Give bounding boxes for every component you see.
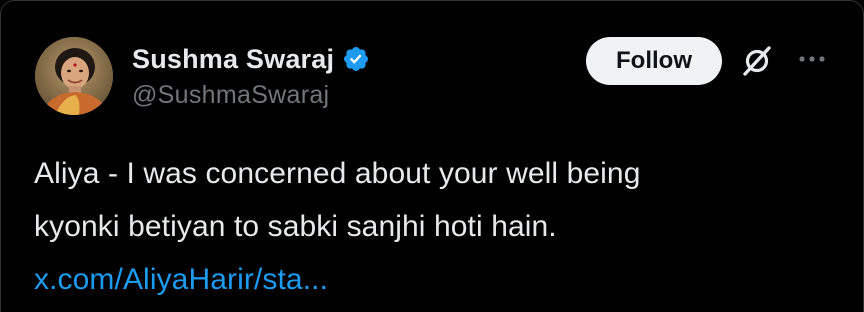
avatar-image [35,37,113,115]
tweet-card[interactable]: Sushma Swaraj @SushmaSwaraj Follow Aliya… [0,0,864,312]
author-handle[interactable]: @SushmaSwaraj [132,81,329,110]
tweet-text: Aliya - I was concerned about your well … [34,147,834,306]
tweet-text-line-1: Aliya - I was concerned about your well … [34,157,641,190]
tweet-link[interactable]: x.com/AliyaHarir/sta... [34,253,834,306]
verified-badge-icon[interactable] [342,45,370,73]
author-display-name[interactable]: Sushma Swaraj [132,44,334,75]
tweet-text-line-2: kyonki betiyan to sabki sanjhi hoti hain… [34,210,557,243]
follow-button[interactable]: Follow [586,37,722,85]
avatar[interactable] [35,37,113,115]
author-name-row[interactable]: Sushma Swaraj [132,39,370,79]
more-options-icon[interactable] [797,49,827,69]
x-logo-icon[interactable] [739,43,775,79]
